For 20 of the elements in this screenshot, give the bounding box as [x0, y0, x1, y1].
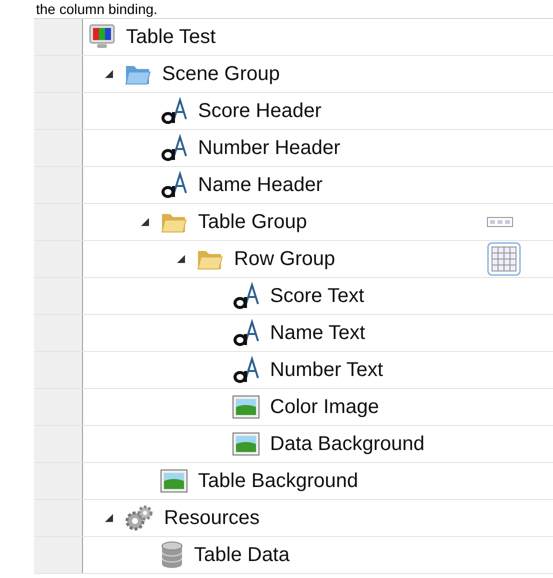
tree-item[interactable]: Table Group	[83, 204, 553, 240]
tree-item[interactable]: Name Header	[83, 167, 553, 203]
tree-item[interactable]: Table Test	[83, 19, 553, 55]
tree-item[interactable]: Resources	[83, 500, 553, 536]
tree-item[interactable]: Score Text	[83, 278, 553, 314]
tree-item[interactable]: Score Header	[83, 93, 553, 129]
tree-item[interactable]: Scene Group	[83, 56, 553, 92]
tree-item[interactable]: Table Background	[83, 463, 553, 499]
expanded-arrow-icon[interactable]	[140, 217, 150, 227]
caption-text: the column binding.	[35, 0, 158, 18]
expanded-arrow-icon[interactable]	[104, 69, 114, 79]
expanded-arrow-icon[interactable]	[176, 254, 186, 264]
expanded-arrow-icon[interactable]	[104, 513, 114, 523]
tree-item[interactable]: Color Image	[83, 389, 553, 425]
tree-item[interactable]: Name Text	[83, 315, 553, 351]
tree-item[interactable]: Table Data	[83, 537, 553, 573]
tree-item[interactable]: Row Group	[83, 241, 553, 277]
tree-item[interactable]: Number Header	[83, 130, 553, 166]
tree-item[interactable]: Data Background	[83, 426, 553, 462]
tree-item[interactable]: Number Text	[83, 352, 553, 388]
